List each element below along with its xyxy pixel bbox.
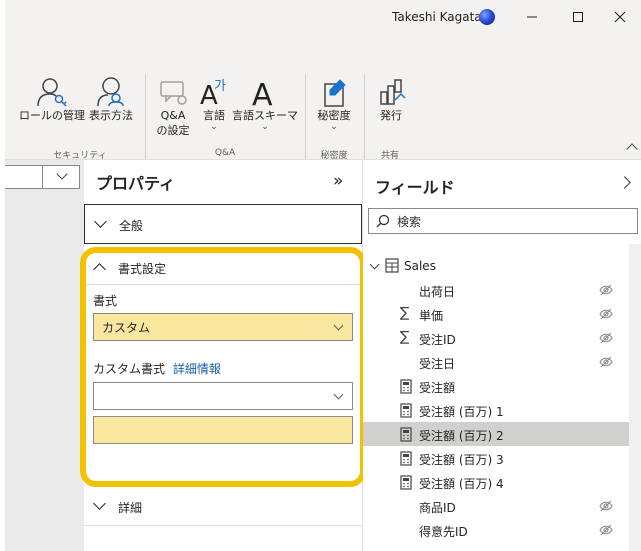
user-avatar[interactable] <box>479 9 495 25</box>
person-search-icon <box>97 77 124 107</box>
qa-settings-label: Q&A の設定 <box>156 109 190 137</box>
measure-icon <box>400 451 412 469</box>
sensitivity-icon <box>324 79 346 107</box>
close-button[interactable] <box>597 0 641 34</box>
field-label: 受注額 (百万) 4 <box>419 477 504 491</box>
field-item[interactable]: 受注額 <box>363 374 629 398</box>
search-placeholder: 検索 <box>397 215 422 229</box>
manage-roles-button[interactable]: ロールの管理 <box>19 76 85 123</box>
hidden-eye-icon[interactable] <box>599 356 613 371</box>
ribbon-divider <box>305 74 306 159</box>
publish-icon <box>380 79 406 105</box>
measure-icon <box>400 379 412 397</box>
field-label: 受注日 <box>419 357 456 371</box>
table-node-sales[interactable]: Sales <box>363 254 629 278</box>
field-label: 単価 <box>419 309 444 323</box>
svg-text:A: A <box>252 78 273 108</box>
chevron-down-icon <box>56 168 68 180</box>
linguistic-schema-button[interactable]: A 言語スキーマ ⌄ <box>232 76 298 132</box>
hidden-eye-icon[interactable] <box>599 524 613 539</box>
section-detail-label: 詳細 <box>118 501 143 515</box>
chevron-down-icon <box>369 259 380 270</box>
ribbon-divider <box>364 74 365 159</box>
hidden-eye-icon[interactable] <box>599 500 613 515</box>
scrollbar[interactable] <box>629 244 641 551</box>
linguistic-schema-label: 言語スキーマ <box>232 109 298 122</box>
field-item[interactable]: 受注額 (百万) 3 <box>363 446 629 470</box>
table-name: Sales <box>404 259 436 273</box>
field-label: 受注額 <box>419 381 456 395</box>
collapse-pane-icon[interactable]: » <box>333 171 343 191</box>
torn-edge <box>0 0 5 551</box>
properties-title: プロパティ <box>96 174 176 193</box>
canvas-area <box>0 160 84 551</box>
sigma-icon: ∑ <box>400 305 410 321</box>
chevron-down-icon: ⌄ <box>330 122 338 132</box>
manage-roles-label: ロールの管理 <box>19 109 85 122</box>
field-item[interactable]: 商品ID <box>363 494 629 518</box>
field-label: 得意先ID <box>419 525 468 539</box>
field-label: 商品ID <box>419 501 456 515</box>
field-item[interactable]: 受注額 (百万) 4 <box>363 470 629 494</box>
sensitivity-label: 秘密度 <box>317 109 351 122</box>
section-general[interactable]: 全般 <box>84 204 362 244</box>
view-as-label: 表示方法 <box>89 109 133 122</box>
field-item[interactable]: 受注額 (百万) 1 <box>363 398 629 422</box>
highlight-callout <box>80 247 366 487</box>
language-label: 言語 <box>203 109 225 122</box>
field-item[interactable]: ∑ 受注ID <box>363 326 629 350</box>
user-name[interactable]: Takeshi Kagata <box>392 10 482 24</box>
field-item[interactable]: 受注額 (百万) 2 <box>363 422 629 446</box>
sigma-icon: ∑ <box>400 329 410 345</box>
measure-icon <box>400 427 412 445</box>
page-dropdown[interactable] <box>0 165 80 189</box>
field-label: 受注額 (百万) 2 <box>419 429 504 443</box>
hidden-eye-icon[interactable] <box>599 308 613 323</box>
chevron-down-icon: ⌄ <box>210 122 218 132</box>
section-general-label: 全般 <box>119 219 144 233</box>
field-label: 受注額 (百万) 1 <box>419 405 504 419</box>
group-label-qa: Q&A <box>214 148 236 158</box>
linguistic-schema-icon: A <box>252 78 273 108</box>
svg-text:가: 가 <box>214 79 226 94</box>
measure-icon <box>400 403 412 421</box>
chevron-down-icon <box>94 215 107 228</box>
field-item[interactable]: 得意先ID <box>363 518 629 542</box>
field-item[interactable]: 受注日 <box>363 350 629 374</box>
field-label: 受注ID <box>419 333 456 347</box>
hidden-eye-icon[interactable] <box>599 284 613 299</box>
field-label: 出荷日 <box>419 285 456 299</box>
publish-button[interactable]: 発行 <box>372 76 410 123</box>
minimize-icon <box>527 16 537 18</box>
chevron-down-icon <box>93 497 106 510</box>
sensitivity-button[interactable]: 秘密度 ⌄ <box>313 76 355 132</box>
measure-icon <box>400 475 412 493</box>
minimize-button[interactable] <box>509 0 555 34</box>
qa-settings-button[interactable]: Q&A の設定 <box>152 76 194 138</box>
chevron-down-icon: ⌄ <box>261 122 269 132</box>
field-item[interactable]: ∑ 単価 <box>363 302 629 326</box>
language-icon: A 가 <box>200 79 226 108</box>
maximize-icon <box>573 12 583 22</box>
view-as-button[interactable]: 表示方法 <box>86 76 136 123</box>
field-label: 受注額 (百万) 3 <box>419 453 504 467</box>
fields-title: フィールド <box>375 178 455 197</box>
table-icon <box>385 258 399 273</box>
qa-settings-icon <box>160 81 187 105</box>
person-key-icon <box>37 78 67 107</box>
section-detail[interactable]: 詳細 <box>84 490 362 526</box>
language-button[interactable]: A 가 言語 ⌄ <box>198 76 230 132</box>
search-icon <box>376 214 390 228</box>
field-item[interactable]: 出荷日 <box>363 278 629 302</box>
publish-label: 発行 <box>380 109 402 122</box>
maximize-button[interactable] <box>555 0 601 34</box>
close-icon <box>614 11 626 23</box>
ribbon-divider <box>145 74 146 159</box>
hidden-eye-icon[interactable] <box>599 332 613 347</box>
